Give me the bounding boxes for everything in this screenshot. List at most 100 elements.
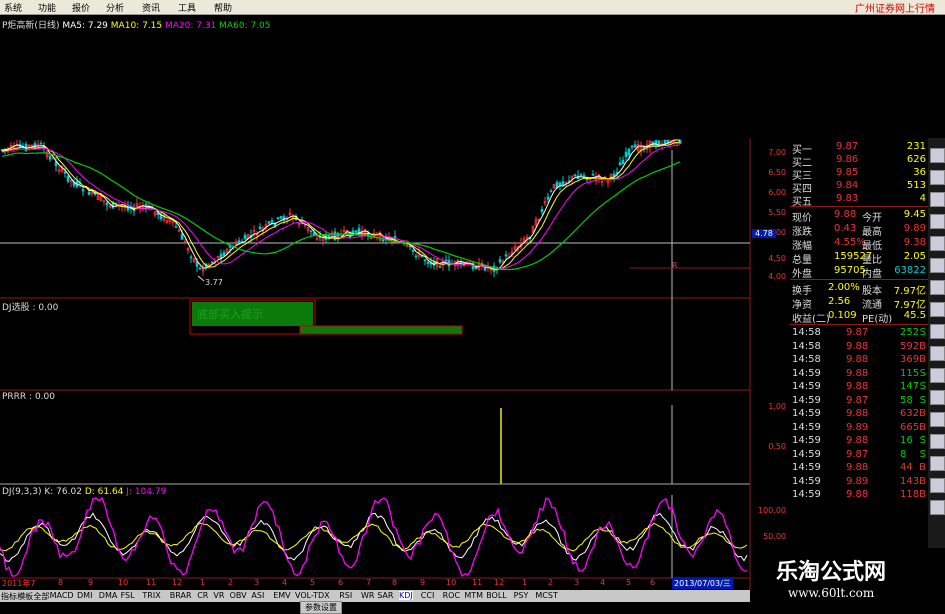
stat-value: 9.45 (903, 209, 926, 220)
indicator-tab[interactable]: EMV (273, 591, 290, 600)
indicator-tab[interactable]: KDJ (399, 591, 413, 600)
candle-body (222, 252, 226, 257)
indicator-tab[interactable]: PSY (514, 591, 529, 600)
time-axis-label: 11 (472, 578, 483, 587)
param-setting-button[interactable]: 参数设置 (300, 601, 342, 614)
tick-price: 9.88 (846, 354, 869, 365)
indicator-tab[interactable]: MTM (464, 591, 483, 600)
toolbar-button[interactable] (930, 412, 945, 427)
toolbar-button[interactable] (930, 390, 945, 405)
candle-body (591, 173, 595, 176)
indicator-tab[interactable]: VR (213, 591, 224, 600)
tick-volume: 44 (900, 462, 913, 473)
broker-brand: 广州证券网上行情 (855, 4, 935, 15)
toolbar-button[interactable] (930, 148, 945, 163)
bid-price: 9.84 (836, 180, 859, 191)
time-axis-label: 4 (600, 578, 606, 587)
bid-price: 9.86 (836, 154, 859, 165)
tick-side: S (919, 367, 926, 379)
candle-body (558, 182, 562, 186)
tick-price: 9.88 (846, 381, 869, 392)
indicator-tab[interactable]: 全部 (33, 591, 49, 602)
indicator-tab[interactable]: FSL (121, 591, 135, 600)
tick-time: 14:58 (792, 354, 821, 365)
stat-label: 量比 (862, 255, 882, 266)
toolbar-button[interactable] (930, 214, 945, 229)
indicator-tab[interactable]: CR (197, 591, 208, 600)
tick-row: 14:59 9.88 115 S (790, 368, 928, 380)
indicator-tab[interactable]: DMA (99, 591, 118, 600)
indicator-tab[interactable]: CCI (421, 591, 435, 600)
kdj-j-line (0, 497, 747, 577)
time-axis-label: 3 (254, 578, 260, 587)
tick-side: S (919, 381, 926, 392)
indicator-tab[interactable]: BRAR (170, 591, 192, 600)
indicator-tab[interactable]: MCST (535, 591, 557, 600)
time-axis-label: 2011年7 (2, 579, 36, 588)
tick-volume: 592 (900, 340, 920, 352)
indicator-tab[interactable]: 指标 (1, 591, 17, 602)
tick-row: 14:59 9.87 58 S (790, 395, 928, 407)
tick-volume: 58 (900, 394, 913, 406)
candle-body (279, 216, 283, 219)
signal-bar (299, 325, 463, 335)
kdj-d-value: D: 61.64 (84, 487, 124, 497)
tick-side: S (919, 394, 926, 406)
toolbar-button[interactable] (930, 258, 945, 273)
candle-body (66, 175, 70, 182)
candle-body (174, 226, 178, 228)
tick-time: 14:59 (792, 489, 821, 500)
price-axis-label: 7.00 (768, 148, 786, 157)
extra-value: 7.97亿 (893, 300, 926, 311)
tick-volume: 665 (900, 421, 920, 433)
indicator-tab[interactable]: SAR (377, 591, 393, 600)
tick-price: 9.88 (846, 489, 869, 500)
price-axis-label: 6.00 (768, 188, 786, 197)
time-axis-label: 3 (574, 578, 580, 587)
time-axis-label: 8 (58, 578, 64, 587)
toolbar-button[interactable] (930, 192, 945, 207)
extra-label: 股本 (862, 286, 882, 297)
candle-body (549, 190, 553, 193)
indicator-tab[interactable]: 模板 (17, 591, 33, 602)
chart-canvas[interactable]: 3.77 R 底部买入提示 (0, 0, 790, 590)
toolbar-button[interactable] (930, 478, 945, 493)
toolbar-button[interactable] (930, 346, 945, 361)
toolbar-button[interactable] (930, 236, 945, 251)
low-pointer (197, 275, 205, 282)
indicator-tab[interactable]: WR (361, 591, 374, 600)
candle-body (312, 232, 316, 236)
candle-body (243, 234, 247, 240)
kdj-legend: DJ(9,3,3) K: 76.02 D: 61.64 J: 104.79 (2, 487, 166, 497)
toolbar-button[interactable] (930, 368, 945, 383)
indicator-tab[interactable]: ASI (251, 591, 264, 600)
indicator-tab[interactable]: VOL-TDX (295, 591, 330, 600)
indicator-tab[interactable]: TRIX (142, 591, 160, 600)
tick-time: 14:59 (792, 367, 821, 379)
bid-price: 9.83 (836, 193, 859, 204)
candle-body (573, 174, 577, 177)
indicator2-axis: 1.00 0.50 (748, 392, 790, 484)
indicator-tab[interactable]: RSI (339, 591, 352, 600)
time-axis-label: 6 (338, 578, 344, 587)
stat-value: 4.55% (834, 237, 866, 248)
toolbar-button[interactable] (930, 500, 945, 515)
ma20-line (1, 144, 681, 270)
toolbar-button[interactable] (930, 456, 945, 471)
indicator-tab[interactable]: DMI (77, 591, 92, 600)
time-axis-label: 10 (446, 578, 457, 587)
quote-divider (790, 206, 928, 207)
toolbar-button[interactable] (930, 434, 945, 449)
toolbar-button[interactable] (930, 280, 945, 295)
toolbar-button[interactable] (930, 302, 945, 317)
time-axis-label: 4 (282, 578, 288, 587)
extra-label: 流通 (862, 300, 882, 311)
stat-row: 涨幅 4.55% 最低 9.38 (790, 237, 928, 252)
toolbar-button[interactable] (930, 170, 945, 185)
indicator-tab[interactable]: OBV (230, 591, 247, 600)
indicator-tab[interactable]: MACD (50, 591, 74, 600)
candle-body (39, 142, 43, 145)
indicator-tab[interactable]: BOLL (486, 591, 507, 600)
indicator-tab[interactable]: ROC (443, 591, 460, 600)
toolbar-button[interactable] (930, 324, 945, 339)
